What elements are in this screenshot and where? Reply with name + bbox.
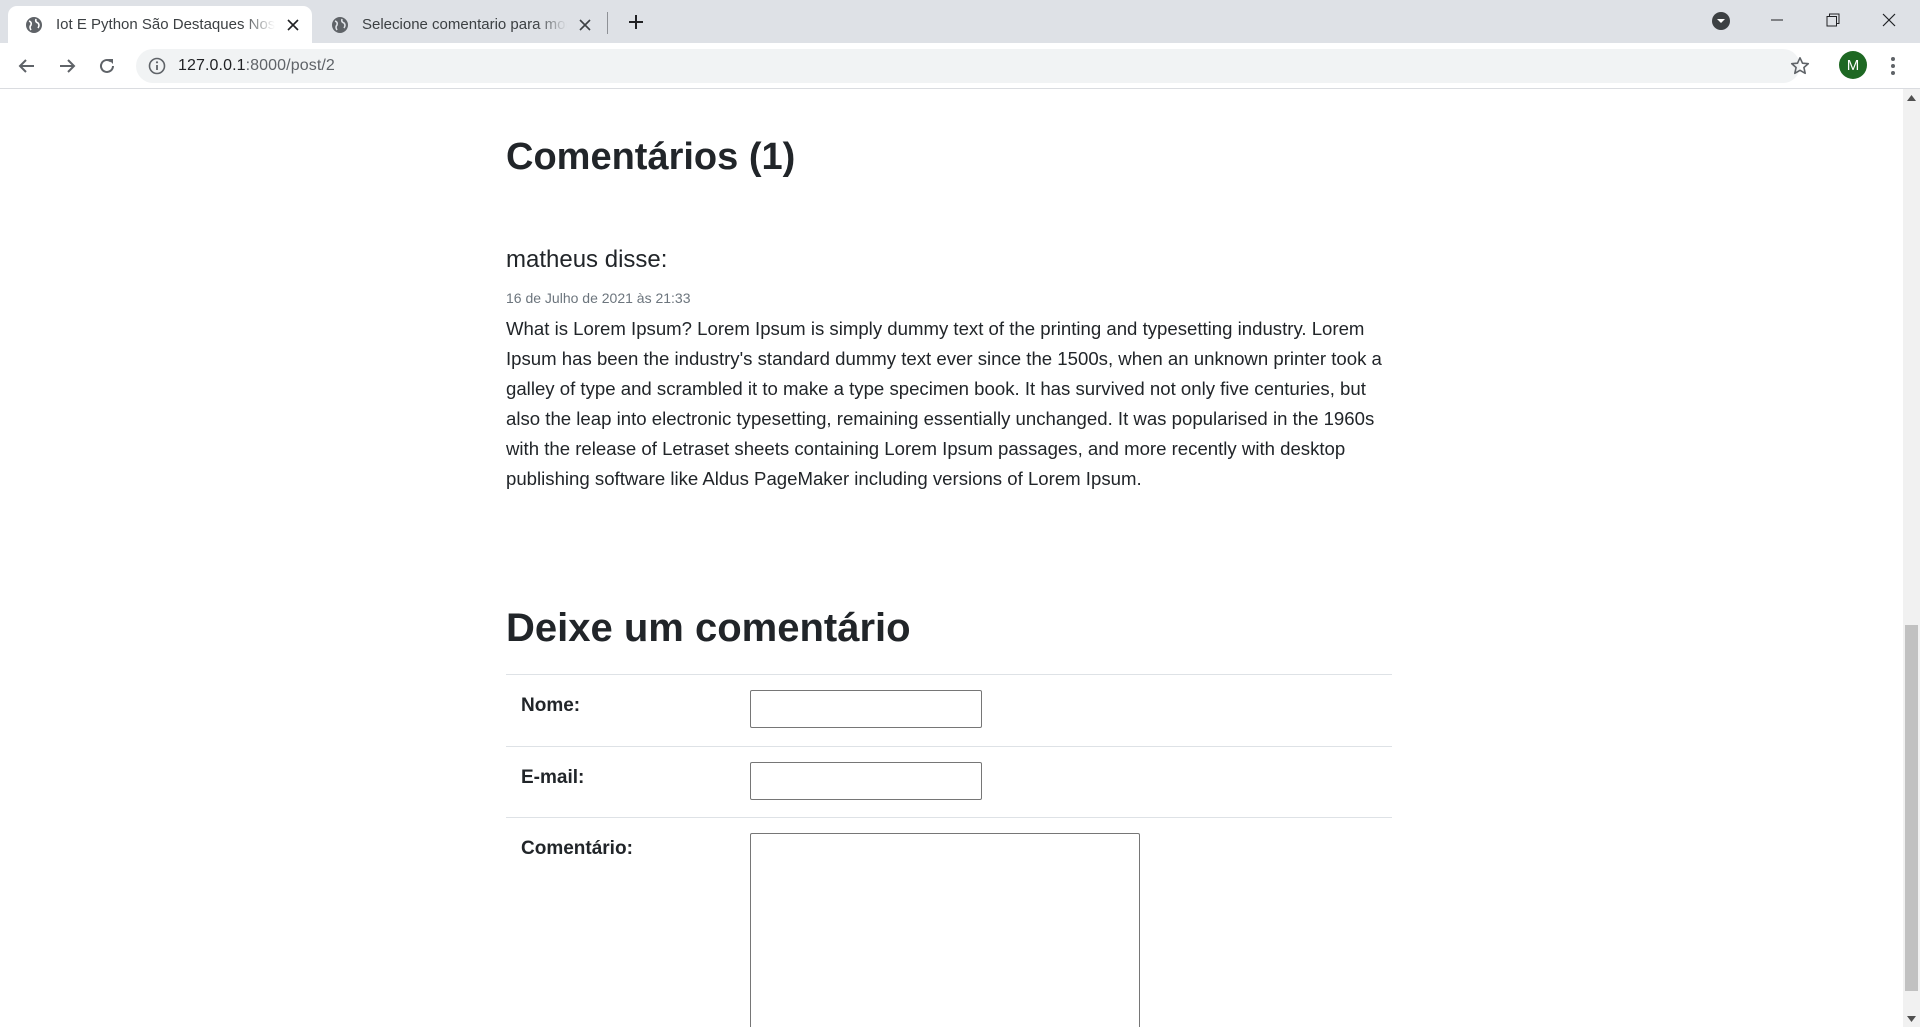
name-label: Nome: (521, 695, 581, 716)
comment-author: matheus disse: (506, 246, 668, 273)
more-menu-icon[interactable] (1883, 53, 1903, 79)
page-viewport: Comentários (1) matheus disse: 16 de Jul… (0, 89, 1920, 1027)
form-row-email: E-mail: (506, 746, 1392, 817)
comment-form-heading: Deixe um comentário (506, 606, 911, 650)
comment-body: What is Lorem Ipsum? Lorem Ipsum is simp… (506, 318, 1382, 489)
profile-avatar[interactable]: M (1839, 51, 1867, 79)
tab-separator (607, 12, 608, 34)
url-text: 127.0.0.1:8000/post/2 (178, 57, 335, 75)
form-row-name: Nome: (506, 674, 1392, 746)
address-bar[interactable]: 127.0.0.1:8000/post/2 (136, 49, 1810, 83)
forward-arrow-icon[interactable] (51, 50, 83, 82)
name-input[interactable] (750, 690, 982, 728)
tab-search-icon[interactable] (1711, 11, 1731, 31)
comment-date: 16 de Julho de 2021 às 21:33 (506, 290, 691, 306)
form-row-comment: Comentário: (506, 817, 1392, 1027)
browser-tab-active[interactable]: Iot E Python São Destaques Nos (8, 6, 312, 43)
browser-tab-strip: Iot E Python São Destaques Nos Selecione… (0, 0, 1920, 43)
tab-title: Selecione comentario para modif (362, 16, 567, 33)
url-host: 127.0.0.1 (178, 57, 246, 74)
comment-textarea[interactable] (750, 833, 1140, 1027)
globe-icon (331, 16, 349, 34)
minimize-icon[interactable] (1754, 0, 1800, 40)
site-info-icon[interactable] (148, 57, 166, 75)
bookmark-star-icon[interactable] (1790, 56, 1810, 76)
tab-title: Iot E Python São Destaques Nos (56, 16, 275, 33)
vertical-scrollbar[interactable] (1903, 89, 1920, 1027)
url-path: :8000/post/2 (245, 57, 335, 74)
scrollbar-thumb[interactable] (1905, 625, 1918, 991)
comment-label: Comentário: (521, 838, 633, 859)
scroll-up-arrow-icon[interactable] (1903, 89, 1920, 106)
tab-close-icon[interactable] (575, 15, 595, 35)
back-arrow-icon[interactable] (11, 50, 43, 82)
email-input[interactable] (750, 762, 982, 800)
tab-close-icon[interactable] (283, 15, 303, 35)
browser-tab-inactive[interactable]: Selecione comentario para modif (314, 6, 604, 43)
restore-icon[interactable] (1810, 0, 1856, 40)
scroll-down-arrow-icon[interactable] (1903, 1010, 1920, 1027)
comments-heading: Comentários (1) (506, 136, 796, 178)
reload-icon[interactable] (91, 50, 123, 82)
globe-icon (25, 16, 43, 34)
new-tab-plus-icon[interactable] (623, 9, 649, 35)
email-label: E-mail: (521, 767, 585, 788)
close-window-icon[interactable] (1866, 0, 1912, 40)
browser-toolbar: 127.0.0.1:8000/post/2 M (0, 43, 1920, 89)
